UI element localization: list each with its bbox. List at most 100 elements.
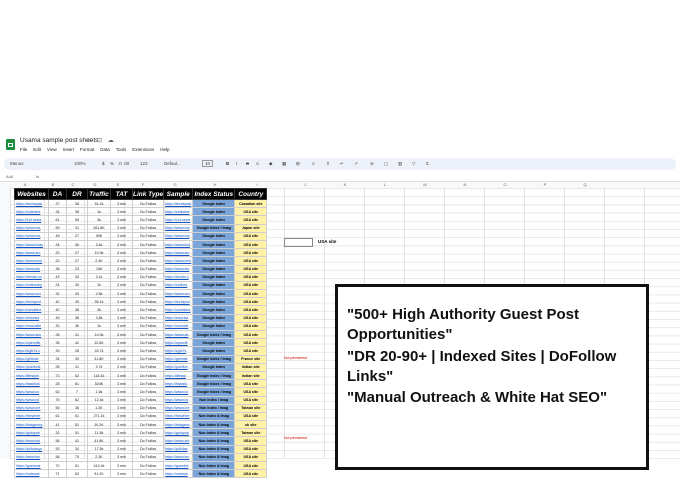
cell-dr[interactable]: 27 [66,256,88,266]
cell-sample[interactable]: https://www.act [163,436,194,446]
column-header-j[interactable]: J [300,182,310,187]
cell-traffic[interactable]: 2.3K [87,452,111,463]
cell-traffic[interactable]: 2.8k [87,289,111,299]
cell-index-status[interactable]: Google Index [192,248,236,258]
cell-link-type[interactable]: Do Follow [131,329,165,340]
cell-traffic[interactable]: 3k [87,305,111,315]
cell-traffic[interactable]: 56.1k [87,297,111,307]
column-header-p[interactable]: P [540,182,550,187]
cell-da[interactable]: 61 [48,215,67,225]
cell-country[interactable]: USA site [234,272,268,282]
cell-link-type[interactable]: Do Follow [131,338,165,348]
cell-websites[interactable]: https://www.abc [14,329,49,340]
column-header-f[interactable]: F [138,182,148,187]
cell-country[interactable]: USA site [234,411,268,422]
cell-sample[interactable]: https://thewhee [163,411,194,422]
cell-index-status[interactable]: Google Index [192,239,236,250]
cell-country[interactable]: Taiwan site [234,428,268,438]
cell-da[interactable]: 75 [48,395,67,405]
functions-icon[interactable]: Σ [426,161,429,166]
cell-dr[interactable]: 62 [66,395,88,405]
cell-traffic[interactable]: 1.3K [87,403,111,413]
cell-country[interactable]: USA site [234,469,268,478]
cell-da[interactable]: 34 [48,354,67,364]
cell-tat[interactable]: 3 min [110,379,133,389]
cell-index-status[interactable]: Non Index / Imag [192,403,236,413]
cell-websites[interactable]: https://thewhee [14,411,49,422]
cell-country[interactable]: USA site [234,215,268,225]
cell-link-type[interactable]: Do Follow [131,321,165,332]
cell-dr[interactable]: 43 [66,272,88,282]
cell-tat[interactable]: 3 min [110,215,133,225]
cell-websites[interactable]: https://www.vivi [14,289,49,299]
cell-index-status[interactable]: Google Index / Imag [192,379,236,389]
cell-tat[interactable]: 3 min [110,354,133,364]
cell-tat[interactable]: 3 min [110,248,133,258]
cell-link-type[interactable]: Do Follow [131,452,165,463]
cell-link-type[interactable]: Do Follow [131,239,165,250]
cell-link-type[interactable]: Do Follow [131,346,165,356]
cell-tat[interactable]: 3 min [110,444,133,454]
cell-tat[interactable]: 3 min [110,280,133,291]
currency-button[interactable]: $ [102,161,105,166]
cell-websites[interactable]: https://www.tech [14,256,49,266]
cell-index-status[interactable]: Google Index [192,321,236,332]
cell-da[interactable]: 24 [48,280,67,291]
cell-index-status[interactable]: Google Index [192,264,236,274]
borders-icon[interactable]: ▦ [282,161,286,167]
column-header-m[interactable]: M [420,182,430,187]
column-header-a[interactable]: A [20,182,30,187]
cell-country[interactable]: USA site [234,289,268,299]
cell-sample[interactable]: https://bdagenc [163,420,194,430]
cell-websites[interactable]: https://postfunk [14,362,49,372]
cell-traffic[interactable]: 158 [87,264,111,274]
cell-traffic[interactable]: 1k [87,207,111,217]
cell-traffic[interactable]: 17.5k [87,444,111,454]
cell-index-status[interactable]: Google Index / Imag [192,370,236,381]
cell-tat[interactable]: 3 min [110,460,133,471]
cell-country[interactable]: USA site [234,436,268,446]
cell-link-type[interactable]: Do Follow [131,198,165,209]
cell-country[interactable]: USA site [234,321,268,332]
cell-index-status[interactable]: Google Index / Imag [192,329,236,340]
cell-link-type[interactable]: Do Follow [131,387,165,397]
cell-traffic[interactable]: 3.8k [87,313,111,323]
column-header-o[interactable]: O [500,182,510,187]
cell-country[interactable]: USA site [234,387,268,397]
cell-index-status[interactable]: Google Index [192,289,236,299]
cell-link-type[interactable]: Do Follow [131,231,165,241]
cell-websites[interactable]: https://techtopsk [14,198,49,209]
cell-link-type[interactable]: Do Follow [131,256,165,266]
cell-sample[interactable]: https://lifestyl [163,370,194,381]
cell-sample[interactable]: https://candidne [163,305,194,315]
cell-index-status[interactable]: Non Index & Imag [192,411,236,422]
cell-traffic[interactable]: 3.1k [87,272,111,282]
cell-da[interactable]: 73 [48,370,67,381]
chart-icon[interactable]: ▥ [398,161,402,167]
cell-websites[interactable]: https://guestmir [14,460,49,471]
cell-country[interactable]: Indian site [234,370,268,381]
cell-websites[interactable]: https://opercfile [14,338,49,348]
cell-da[interactable]: 37 [48,198,67,209]
cell-da[interactable]: 56 [48,403,67,413]
cell-link-type[interactable]: Do Follow [131,297,165,307]
align-icon[interactable]: ≡ [312,161,315,166]
cell-sample[interactable]: https://sgtc7s [163,346,194,356]
cell-link-type[interactable]: Do Follow [131,428,165,438]
cell-tat[interactable]: 3 min [110,223,133,233]
cell-traffic[interactable]: 12.6K [87,338,111,348]
cell-index-status[interactable]: Google Index [192,346,236,356]
cell-tat[interactable]: 3 min [110,387,133,397]
cell-websites[interactable]: https://www.act [14,436,49,446]
cell-dr[interactable]: 61 [66,379,88,389]
cell-dr[interactable]: 38 [66,403,88,413]
cell-da[interactable]: 58 [48,452,67,463]
cell-tat[interactable]: 3 min [110,395,133,405]
cell-country[interactable]: USA site [234,264,268,274]
cell-country[interactable]: uk site [234,420,268,430]
cell-tat[interactable]: 3 min [110,256,133,266]
cell-dr[interactable]: 27 [66,231,88,241]
cell-country[interactable]: USA site [234,280,268,291]
cell-websites[interactable]: https://trends.co [14,272,49,282]
cell-country[interactable]: USA site [234,239,268,250]
